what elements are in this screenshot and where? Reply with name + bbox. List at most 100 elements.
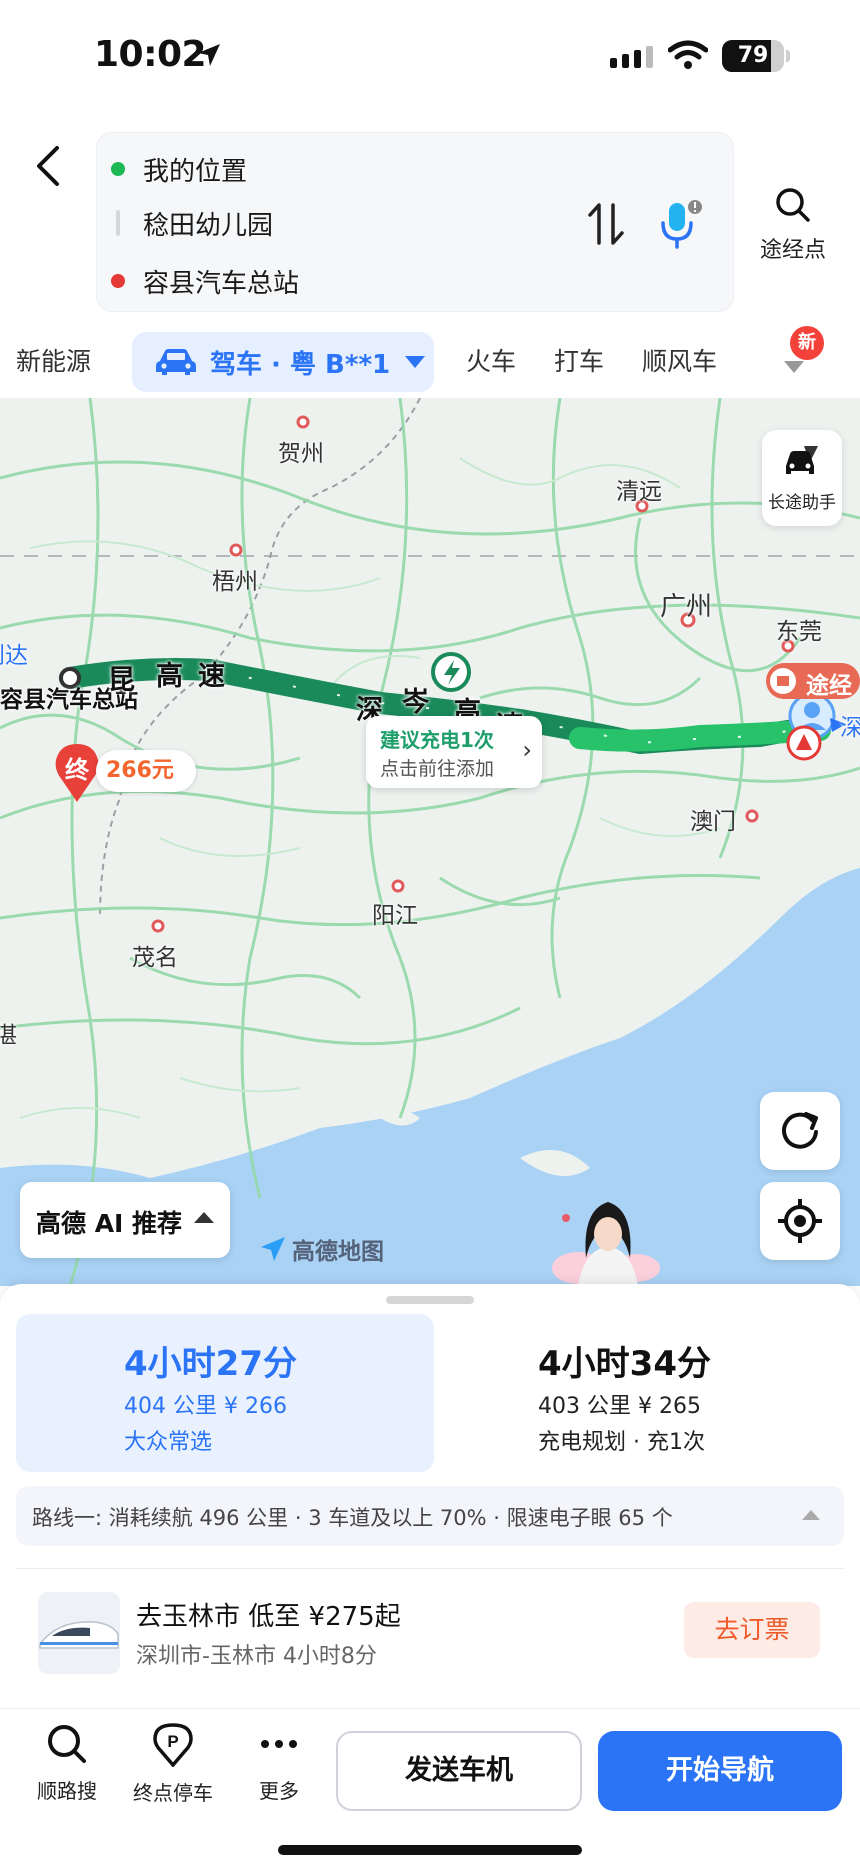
search-along-button[interactable]: 顺路搜 [22, 1723, 112, 1804]
charge-title: 建议充电1次 [380, 728, 494, 752]
plan-detail: 403 公里 ¥ 265 [538, 1394, 701, 1419]
end-marker-text: 终 [65, 756, 89, 784]
train-subtitle: 深圳市-玉林市 4小时8分 [136, 1644, 377, 1669]
city-label: 清远 [616, 479, 662, 505]
destination-field[interactable]: 容县汽车总站 [97, 253, 617, 309]
svg-text:P: P [167, 1732, 178, 1751]
highway-label: 昆 [108, 665, 135, 696]
route-plan-2[interactable]: 4小时34分 403 公里 ¥ 265 充电规划 · 充1次 [450, 1314, 844, 1472]
divider [16, 1568, 844, 1569]
status-time: 10:02 [94, 34, 207, 75]
city-label: 到达 [0, 643, 28, 669]
caret-up-icon [194, 1212, 214, 1223]
map-canvas [0, 398, 860, 1286]
send-to-car-button[interactable]: 发送车机 [336, 1731, 582, 1811]
map-watermark: 高德地图 [258, 1232, 384, 1266]
ai-assistant-avatar[interactable] [548, 1188, 666, 1286]
chevron-right-icon: › [522, 736, 532, 764]
cellular-signal-icon [610, 46, 653, 68]
battery-percent: 79 [737, 43, 769, 68]
plan-tag: 大众常选 [124, 1430, 213, 1455]
ai-recommend-label: 高德 AI 推荐 [36, 1209, 183, 1238]
city-label: 阳江 [372, 903, 418, 929]
back-chevron-icon [37, 146, 59, 186]
new-badge: 新 [790, 326, 824, 360]
transport-tabs: 新能源 驾车 · 粤 B**1 火车 打车 顺风车 [0, 326, 860, 398]
back-button[interactable] [26, 136, 70, 196]
via-map-tag: 途经 [806, 673, 852, 699]
route-inputs: 我的位置 稔田幼儿园 容县汽车总站 [96, 132, 734, 312]
plan-duration: 4小时34分 [538, 1344, 711, 1384]
crosshair-icon [778, 1199, 822, 1243]
status-bar: 10:02 79 [0, 0, 860, 110]
watermark-text: 高德地图 [292, 1239, 384, 1265]
long-trip-label: 长途助手 [768, 493, 836, 513]
locate-me-button[interactable] [760, 1182, 840, 1260]
refresh-route-button[interactable] [760, 1092, 840, 1170]
caret-up-icon [802, 1510, 820, 1520]
charge-subtitle: 点击前往添加 [380, 758, 495, 780]
train-thumbnail [38, 1592, 120, 1674]
plan-duration: 4小时27分 [124, 1344, 297, 1384]
city-label: 澳门 [690, 809, 736, 835]
route-map[interactable]: 贺州 梧州 清远 广州 东莞 澳门 阳江 茂名 到达 湛 容县汽车总站 深 途经… [0, 398, 860, 1286]
plan-detail: 404 公里 ¥ 266 [124, 1394, 287, 1419]
battery-cap [786, 50, 790, 62]
waypoint-label: 途经点 [759, 238, 826, 263]
route-info-text: 路线一: 消耗续航 496 公里 · 3 车道及以上 70% · 限速电子眼 6… [32, 1506, 673, 1530]
drive-tab-label: 驾车 · 粤 B**1 [210, 349, 391, 380]
route-plan-1[interactable]: 4小时27分 404 公里 ¥ 266 大众常选 [16, 1314, 434, 1472]
parking-label: 终点停车 [133, 1781, 213, 1805]
price-tag: 266元 [96, 750, 196, 792]
search-icon [48, 1725, 86, 1763]
city-label: 梧州 [212, 569, 258, 595]
add-waypoint-button[interactable]: 途经点 [752, 186, 834, 263]
more-button[interactable]: 更多 [234, 1723, 324, 1804]
route-info-bar[interactable]: 路线一: 消耗续航 496 公里 · 3 车道及以上 70% · 限速电子眼 6… [16, 1486, 844, 1546]
origin-field[interactable]: 我的位置 [97, 141, 617, 197]
tab-carpool[interactable]: 顺风车 [642, 326, 717, 398]
origin-label: 我的位置 [143, 156, 248, 187]
action-bar: 顺路搜 P 终点停车 更多 发送车机 开始导航 [0, 1708, 860, 1864]
battery-icon: 79 [722, 40, 784, 72]
via-label: 稔田幼儿园 [143, 210, 274, 241]
city-label: 广州 [660, 592, 713, 622]
plan-tag: 充电规划 · 充1次 [538, 1430, 705, 1455]
city-label: 东莞 [776, 619, 822, 645]
start-navigation-button[interactable]: 开始导航 [598, 1731, 842, 1811]
highway-label: 速 [198, 661, 225, 692]
home-indicator [278, 1845, 582, 1855]
tab-taxi[interactable]: 打车 [554, 326, 604, 398]
bullet-train-icon [39, 1621, 119, 1649]
via-field[interactable]: 稔田幼儿园 [97, 195, 617, 251]
swap-arrows-icon [588, 203, 624, 245]
assistant-portrait-icon [552, 1202, 660, 1286]
highway-label: 岑 [402, 687, 429, 718]
destination-pin[interactable]: 终 [52, 742, 102, 808]
city-label: 湛 [0, 1023, 17, 1049]
refresh-icon [782, 1112, 818, 1149]
destination-parking-button[interactable]: P 终点停车 [128, 1723, 218, 1806]
voice-input-button[interactable] [655, 197, 705, 251]
train-title: 去玉林市 低至 ¥275起 [136, 1602, 401, 1632]
tab-drive[interactable]: 驾车 · 粤 B**1 [132, 332, 434, 392]
tab-train[interactable]: 火车 [466, 326, 516, 398]
long-trip-assistant-button[interactable]: 长途助手 [762, 430, 842, 526]
city-label: 贺州 [278, 441, 324, 467]
more-dots-icon [261, 1740, 297, 1748]
swap-route-button[interactable] [585, 199, 627, 249]
destination-dot-icon [111, 274, 125, 288]
city-label: 茂名 [132, 945, 178, 971]
book-ticket-button[interactable]: 去订票 [684, 1602, 820, 1658]
ai-recommend-button[interactable]: 高德 AI 推荐 [20, 1182, 230, 1258]
charge-suggestion[interactable]: 建议充电1次 点击前往添加 › [366, 716, 542, 788]
chevron-down-icon [405, 356, 426, 368]
search-icon [776, 188, 810, 222]
tab-new-energy[interactable]: 新能源 [16, 326, 91, 398]
location-arrow-icon [196, 42, 222, 72]
destination-label: 容县汽车总站 [143, 268, 300, 299]
microphone-icon [661, 200, 702, 249]
highway-label: 高 [156, 661, 183, 692]
train-suggestion-card[interactable]: 去玉林市 低至 ¥275起 深圳市-玉林市 4小时8分 去订票 [16, 1582, 844, 1692]
sheet-grabber[interactable] [386, 1296, 474, 1304]
